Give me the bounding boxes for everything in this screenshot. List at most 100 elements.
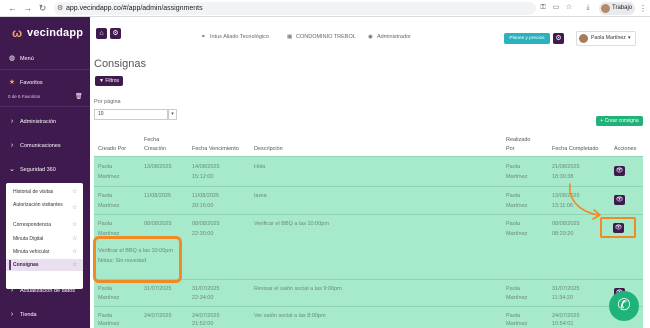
submenu-item-historial[interactable]: Historial de visitas ☆ (6, 186, 83, 198)
star-icon[interactable]: ☆ (72, 233, 77, 245)
submenu-item-minuta-vehicular[interactable]: Minuta vehicular ☆ (6, 246, 83, 258)
cell-created-by: Martínez (98, 203, 120, 209)
sidebar-item-label: Actualización de datos (20, 288, 76, 294)
home-icon[interactable]: ⌂ (96, 28, 107, 39)
forward-arrow-icon[interactable]: → (22, 3, 33, 14)
submenu-item-minuta-digital[interactable]: Minuta Digital ☆ (6, 233, 83, 245)
cell-created-by: Martínez (98, 321, 120, 327)
cell-due-time: 21:52:00 (192, 321, 214, 327)
chevron-right-icon: › (10, 118, 14, 125)
user-dropdown[interactable]: Paola Martínez ▾ (576, 31, 636, 46)
cell-created-by: Martínez (98, 295, 120, 301)
cell-created-by: Martínez (98, 174, 120, 180)
cell-done-by: Martínez (506, 321, 528, 327)
cell-due-time: 20:16:00 (192, 203, 214, 209)
filter-icon: ▼ (99, 78, 104, 84)
security-submenu: Historial de visitas ☆ Autorización visi… (6, 183, 83, 289)
cell-description: Revisar el salón social a las 9:00pm (254, 286, 342, 292)
sidebar-item-label: Seguridad 360 (20, 167, 56, 173)
row-divider (94, 214, 643, 215)
star-icon[interactable]: ☆ (72, 186, 77, 198)
submenu-item-label: Minuta vehicular (13, 249, 50, 255)
cell-done-time: 08:29:20 (552, 231, 574, 237)
row-divider (94, 306, 643, 307)
sidebar-item-label: Menú (20, 56, 34, 62)
chevron-right-icon: › (10, 311, 14, 318)
sidebar-item-label: Favoritos (20, 80, 43, 86)
star-icon: ★ (8, 79, 16, 86)
cell-done-by: Martínez (506, 203, 528, 209)
row-divider (94, 156, 643, 157)
row-divider (94, 186, 643, 187)
sidebar-item-actualizacion[interactable]: › Actualización de datos (8, 285, 88, 297)
logo-mark-icon: ω (12, 26, 23, 40)
header-due-date: Fecha Vencimiento (192, 146, 239, 152)
header-created-date-1: Fecha (144, 137, 160, 143)
cell-due-time: 22:34:00 (192, 295, 214, 301)
address-bar[interactable]: ⚙ app.vecindapp.co/#/app/admin/assignmen… (54, 2, 536, 15)
filter-button[interactable]: ▼ Filtros (95, 76, 123, 86)
submenu-item-label: Minuta Digital (13, 236, 44, 242)
sidebar-item-menu[interactable]: ◍ Menú (8, 53, 88, 65)
cell-description: tarea (254, 193, 267, 199)
per-page-select[interactable]: 10 (94, 109, 168, 120)
sidebar-item-label: Tienda (20, 312, 37, 318)
cell-done-by: Martínez (506, 174, 528, 180)
user-icon: ◉ (368, 34, 373, 40)
submenu-item-consignas[interactable]: Consignas ☆ (6, 259, 83, 271)
page-title: Consignas (94, 58, 146, 70)
trash-icon[interactable]: 🗑 (75, 93, 83, 101)
star-icon[interactable]: ☆ (72, 246, 77, 258)
sidebar-item-label: Comunicaciones (20, 143, 61, 149)
avatar (579, 34, 588, 43)
annotation-arrow (569, 183, 601, 220)
sidebar-item-administracion[interactable]: › Administración (8, 116, 88, 128)
phone-icon[interactable]: ✆ (609, 291, 639, 321)
sidebar-item-tienda[interactable]: › Tienda (8, 309, 88, 321)
plans-button[interactable]: Planes y precios (504, 33, 550, 44)
select-arrow-icon[interactable]: ▾ (168, 109, 177, 120)
header-created-date-2: Creación (144, 146, 167, 152)
building-icon: ▦ (287, 34, 293, 40)
chevron-down-icon: ⌄ (9, 166, 15, 173)
cell-created-date: 24/07/2025 (144, 313, 172, 319)
cell-due-time: 22:30:00 (192, 231, 214, 237)
handshake-icon: ⚭ (201, 34, 206, 40)
submenu-item-correspondencia[interactable]: Correspondencia ☆ (6, 219, 83, 231)
profile-chip[interactable]: Trabajo (599, 2, 635, 15)
submenu-item-label: Historial de visitas (13, 189, 54, 195)
cell-description: Hola (254, 164, 266, 170)
eye-icon[interactable]: 👁 (614, 195, 625, 205)
bookmark-star-icon[interactable]: ☆ (564, 3, 574, 13)
star-icon[interactable]: ☆ (72, 259, 77, 271)
password-key-icon[interactable]: ⚿ (538, 3, 548, 13)
cell-description: Verificar el BBQ a las 10:00pm (254, 221, 329, 227)
sidebar-item-seguridad[interactable]: ⌄ Seguridad 360 (8, 164, 88, 176)
download-icon[interactable]: ⤓ (583, 3, 593, 13)
sidebar-item-favorites[interactable]: ★ Favoritos (8, 77, 88, 89)
submenu-item-autorizacion[interactable]: Autorización visitantes ☆ (6, 200, 83, 216)
settings-icon[interactable]: ⚙ (110, 28, 121, 39)
submenu-item-label: Consignas (13, 262, 39, 268)
reload-icon[interactable]: ↻ (37, 3, 48, 14)
cast-icon[interactable]: ▭ (551, 3, 561, 13)
gear-icon[interactable]: ⚙ (553, 33, 564, 44)
back-arrow-icon[interactable]: ← (7, 3, 18, 14)
condo-name: ▦ CONDOMINIO TREBOL (287, 34, 356, 40)
cell-created-date: 08/08/2025 (144, 221, 172, 227)
profile-avatar (601, 4, 610, 13)
create-consigna-button[interactable]: + Crear consigna (596, 116, 643, 126)
header-done-by-1: Realizado (506, 137, 531, 143)
sidebar: ω vecindapp ◍ Menú ★ Favoritos 0 de 5 Fa… (0, 17, 90, 328)
header-description: Descripción (254, 146, 283, 152)
logo-text: vecindapp (27, 27, 84, 39)
tune-icon[interactable]: ⚙ (57, 4, 65, 13)
sidebar-item-comunicaciones[interactable]: › Comunicaciones (8, 140, 88, 152)
header-created-by: Creado Por (98, 146, 127, 152)
per-page-label: Por página (94, 99, 121, 105)
submenu-item-label: Autorización visitantes (13, 202, 63, 208)
kebab-menu-icon[interactable]: ⋮ (639, 3, 647, 14)
star-icon[interactable]: ☆ (72, 202, 77, 214)
eye-icon[interactable]: 👁 (614, 166, 625, 176)
star-icon[interactable]: ☆ (72, 219, 77, 231)
